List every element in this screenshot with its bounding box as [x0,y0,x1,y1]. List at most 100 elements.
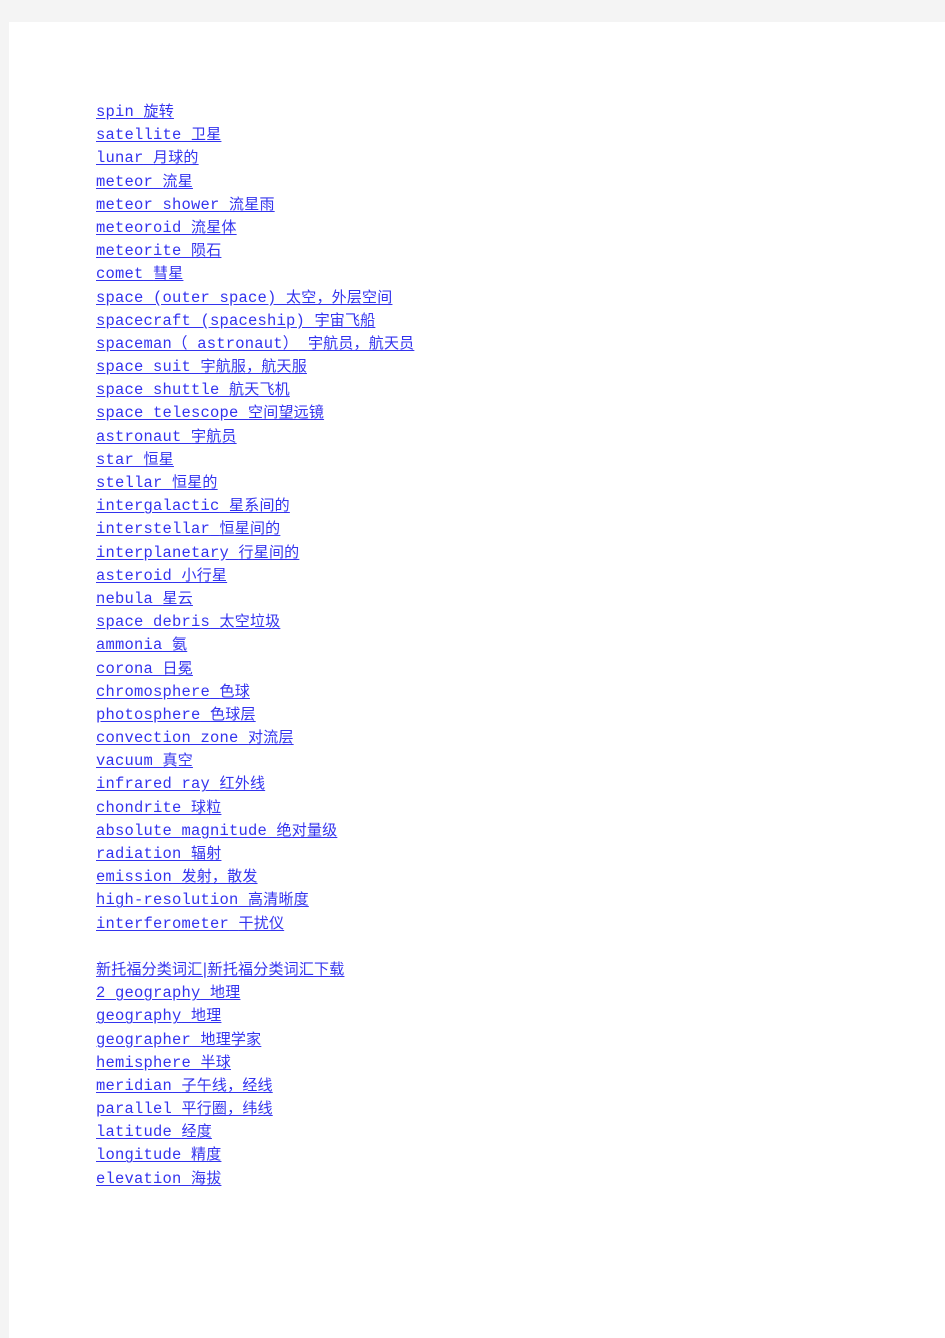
vocabulary-line: emission 发射，散发 [96,865,945,888]
vocabulary-entry-link[interactable]: high-resolution 高清晰度 [96,890,309,910]
vocabulary-entry-link[interactable]: 2 geography 地理 [96,983,241,1002]
vocabulary-term-english: emission [96,868,173,887]
vocabulary-term-chinese: 恒星 [143,449,174,468]
vocabulary-entry-link[interactable]: convection zone 对流层 [96,728,294,747]
vocabulary-line: longitude 精度 [96,1143,945,1166]
vocabulary-line: latitude 经度 [96,1120,945,1143]
vocabulary-entry-link[interactable]: 新托福分类词汇|新托福分类词汇下载 [96,959,345,979]
vocabulary-line: comet 彗星 [96,262,945,285]
vocabulary-entry-link[interactable]: meteor shower 流星雨 [96,194,275,214]
vocabulary-entry-link[interactable]: interferometer 干扰仪 [96,913,285,933]
vocabulary-entry-link[interactable]: lunar 月球的 [96,148,199,167]
vocabulary-term-english: stellar [96,474,163,492]
vocabulary-term-chinese: 宇宙飞船 [314,310,376,329]
vocabulary-entry-link[interactable]: geography 地理 [96,1006,221,1025]
vocabulary-line: meridian 子午线，经线 [96,1074,945,1097]
vocabulary-term-english: comet [96,265,144,284]
vocabulary-entry-link[interactable]: chromosphere 色球 [96,682,250,701]
vocabulary-term-chinese: 太空，外层空间 [286,287,393,306]
vocabulary-entry-link[interactable]: space suit 宇航服，航天服 [96,357,307,377]
vocabulary-entry-link[interactable]: star 恒星 [96,449,174,469]
vocabulary-entry-link[interactable]: hemisphere 半球 [96,1053,231,1072]
vocabulary-term-english: chromosphere [96,682,211,701]
vocabulary-entry-link[interactable]: meridian 子午线，经线 [96,1075,273,1095]
vocabulary-term-chinese: 平行圈，纬线 [181,1099,273,1118]
vocabulary-term-english: high-resolution [96,891,239,910]
vocabulary-term-english: latitude [96,1123,173,1142]
vocabulary-term-english: interferometer [96,914,230,933]
vocabulary-entry-link[interactable]: space shuttle 航天飞机 [96,380,290,399]
vocabulary-entry-link[interactable]: astronaut 宇航员 [96,427,237,446]
vocabulary-entry-link[interactable]: emission 发射，散发 [96,867,258,887]
vocabulary-entry-link[interactable]: photosphere 色球层 [96,705,256,724]
vocabulary-term-english: interplanetary [96,543,230,562]
vocabulary-entry-link[interactable]: spaceman（ astronaut） 宇航员，航天员 [96,334,414,353]
vocabulary-term-english: longitude [96,1146,182,1165]
vocabulary-entry-link[interactable]: vacuum 真空 [96,751,193,770]
vocabulary-entry-link[interactable]: infrared ray 红外线 [96,774,265,793]
vocabulary-term-chinese: 经度 [181,1122,212,1141]
vocabulary-entry-link[interactable]: parallel 平行圈，纬线 [96,1099,273,1119]
vocabulary-term-chinese: 新托福分类词汇|新托福分类词汇下载 [96,959,345,978]
vocabulary-line: elevation 海拔 [96,1167,945,1190]
vocabulary-term-english: astronaut [96,427,182,446]
vocabulary-term-chinese: 流星体 [191,217,237,236]
vocabulary-line: chromosphere 色球 [96,680,945,703]
vocabulary-entry-link[interactable]: ammonia 氨 [96,635,187,654]
vocabulary-entry-link[interactable]: interplanetary 行星间的 [96,543,299,562]
vocabulary-term-chinese: 航天飞机 [229,380,290,399]
vocabulary-entry-link[interactable]: corona 日冕 [96,659,193,678]
vocabulary-line: space suit 宇航服，航天服 [96,355,945,378]
vocabulary-term-english: meteor shower [96,195,220,214]
vocabulary-line: space telescope 空间望远镜 [96,401,945,424]
vocabulary-entry-link[interactable]: interstellar 恒星间的 [96,519,280,538]
vocabulary-entry-link[interactable]: spin 旋转 [96,102,174,121]
vocabulary-term-english: star [96,450,135,469]
vocabulary-term-chinese: 星云 [162,588,193,607]
vocabulary-line: space (outer space) 太空，外层空间 [96,286,945,309]
vocabulary-entry-link[interactable]: nebula 星云 [96,588,193,608]
vocabulary-term-chinese: 地理 [210,983,241,1002]
vocabulary-term-chinese: 真空 [162,751,193,770]
vocabulary-entry-link[interactable]: latitude 经度 [96,1122,212,1142]
vocabulary-term-chinese: 陨石 [191,241,222,260]
vocabulary-entry-link[interactable]: spacecraft (spaceship) 宇宙飞船 [96,310,376,330]
vocabulary-entry-link[interactable]: chondrite 球粒 [96,798,221,817]
vocabulary-line: satellite 卫星 [96,123,945,146]
vocabulary-term-english: space suit [96,358,192,377]
vocabulary-term-english: corona [96,659,154,678]
vocabulary-term-chinese: 月球的 [153,148,199,167]
vocabulary-entry-link[interactable]: longitude 精度 [96,1145,221,1165]
vocabulary-line: 2 geography 地理 [96,981,945,1004]
vocabulary-line: spin 旋转 [96,100,945,123]
vocabulary-entry-link[interactable]: space debris 太空垃圾 [96,612,280,632]
vocabulary-entry-link[interactable]: satellite 卫星 [96,125,222,144]
vocabulary-entry-link[interactable]: space telescope 空间望远镜 [96,403,324,422]
vocabulary-entry-link[interactable]: space (outer space) 太空，外层空间 [96,287,393,307]
vocabulary-term-chinese: 辐射 [191,844,222,862]
vocabulary-term-chinese: 卫星 [191,125,222,144]
vocabulary-term-english: space debris [96,613,211,632]
vocabulary-entry-link[interactable]: geographer 地理学家 [96,1030,261,1049]
vocabulary-term-english: intergalactic [96,497,220,516]
vocabulary-term-chinese: 星系间的 [229,496,290,515]
vocabulary-term-english: meteorite [96,242,182,261]
vocabulary-entry-link[interactable]: elevation 海拔 [96,1169,221,1188]
vocabulary-entry-link[interactable]: radiation 辐射 [96,844,222,863]
vocabulary-line: interferometer 干扰仪 [96,912,945,935]
vocabulary-entry-link[interactable]: comet 彗星 [96,264,183,284]
vocabulary-line: space debris 太空垃圾 [96,610,945,633]
vocabulary-term-english: parallel [96,1100,173,1119]
vocabulary-term-chinese: 子午线，经线 [181,1075,273,1094]
vocabulary-entry-link[interactable]: meteoroid 流星体 [96,217,237,237]
vocabulary-line: space shuttle 航天飞机 [96,378,945,401]
vocabulary-entry-link[interactable]: stellar 恒星的 [96,473,218,492]
vocabulary-term-chinese: 流星雨 [229,194,275,213]
vocabulary-entry-link[interactable]: meteor 流星 [96,172,193,191]
vocabulary-entry-link[interactable]: intergalactic 星系间的 [96,496,290,516]
vocabulary-entry-link[interactable]: absolute magnitude 绝对量级 [96,821,337,840]
vocabulary-term-chinese: 干扰仪 [238,913,285,932]
vocabulary-term-english: asteroid [96,566,173,585]
vocabulary-entry-link[interactable]: asteroid 小行星 [96,566,227,585]
vocabulary-entry-link[interactable]: meteorite 陨石 [96,241,222,261]
